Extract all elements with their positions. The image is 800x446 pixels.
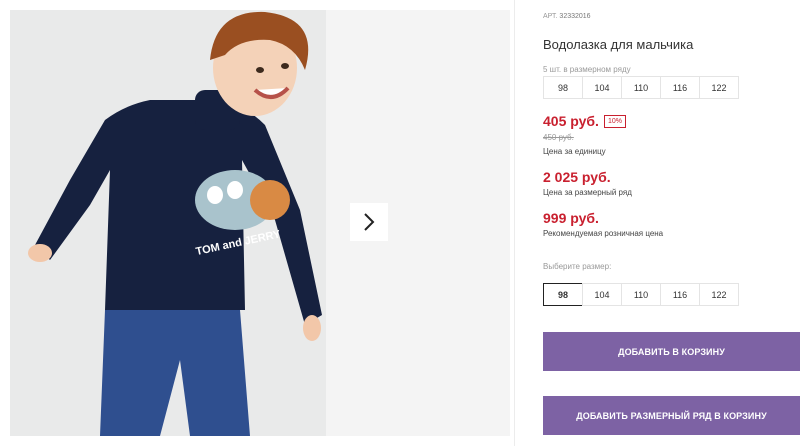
retail-price: 999 руб.: [543, 210, 599, 226]
article-number: АРТ. 32332016: [543, 13, 591, 20]
boy-in-turtleneck-image: TOM and JERRY: [10, 10, 326, 436]
old-price: 450 руб.: [543, 133, 574, 142]
product-gallery: TOM and JERRY: [10, 10, 510, 436]
pack-note: 5 шт. в размерном ряду: [543, 65, 631, 74]
choose-size-label: Выберите размер:: [543, 262, 612, 271]
row-price-label: Цена за размерный ряд: [543, 188, 632, 197]
pack-size-cell: 122: [699, 76, 739, 99]
pack-sizes: 98 104 110 116 122: [543, 76, 739, 99]
unit-price: 405 руб.: [543, 113, 599, 129]
add-to-cart-button[interactable]: ДОБАВИТЬ В КОРЗИНУ: [543, 332, 800, 371]
divider: [514, 0, 515, 446]
size-option-116[interactable]: 116: [660, 283, 700, 306]
unit-price-label: Цена за единицу: [543, 147, 606, 156]
size-option-122[interactable]: 122: [699, 283, 739, 306]
size-option-98[interactable]: 98: [543, 283, 583, 306]
pack-size-cell: 104: [582, 76, 622, 99]
retail-price-label: Рекомендуемая розничная цена: [543, 229, 664, 238]
next-photo-button[interactable]: [350, 203, 388, 241]
size-selector: 98 104 110 116 122: [543, 283, 739, 306]
pack-size-cell: 110: [621, 76, 661, 99]
discount-badge: 10%: [604, 115, 627, 128]
product-title: Водолазка для мальчика: [543, 37, 694, 52]
product-info-panel: АРТ. 32332016 Водолазка для мальчика 5 ш…: [543, 0, 800, 446]
pack-size-cell: 116: [660, 76, 700, 99]
product-photo[interactable]: TOM and JERRY: [10, 10, 326, 436]
article-label: АРТ.: [543, 13, 558, 20]
size-option-110[interactable]: 110: [621, 283, 661, 306]
article-value: 32332016: [559, 13, 591, 20]
size-option-104[interactable]: 104: [582, 283, 622, 306]
chevron-right-icon: [364, 213, 375, 231]
row-price: 2 025 руб.: [543, 169, 611, 185]
add-size-row-to-cart-button[interactable]: ДОБАВИТЬ РАЗМЕРНЫЙ РЯД В КОРЗИНУ: [543, 396, 800, 435]
pack-size-cell: 98: [543, 76, 583, 99]
